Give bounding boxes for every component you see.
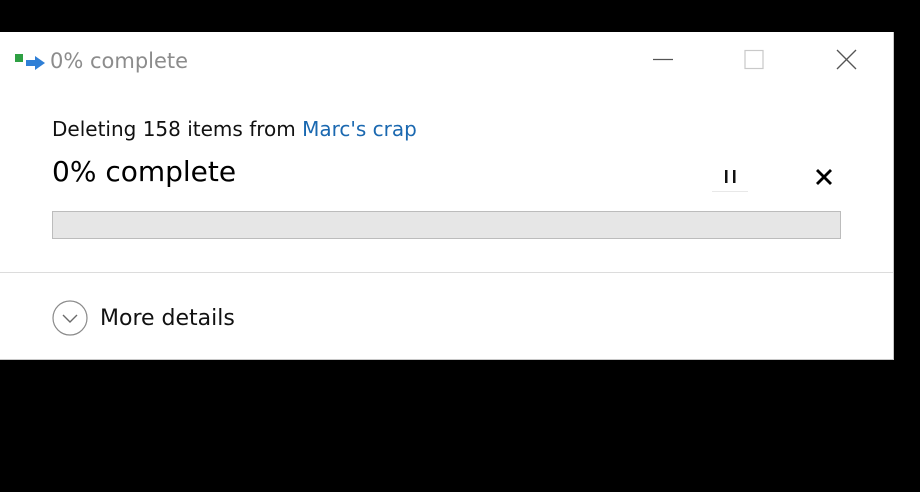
- source-folder-link[interactable]: Marc's crap: [302, 117, 417, 141]
- maximize-button[interactable]: [731, 40, 777, 80]
- file-operation-icon: [15, 54, 45, 76]
- chevron-down-circle-icon: [52, 300, 88, 336]
- operation-description: Deleting 158 items from Marc's crap: [52, 116, 417, 142]
- minimize-icon: [653, 58, 673, 61]
- more-details-toggle[interactable]: More details: [52, 299, 235, 337]
- pause-icon: [712, 170, 748, 192]
- window-title: 0% complete: [50, 49, 189, 73]
- close-icon: [836, 49, 857, 70]
- more-details-label: More details: [100, 305, 235, 331]
- progress-bar: [52, 211, 841, 239]
- divider: [0, 272, 893, 273]
- progress-percent: 0% complete: [52, 155, 237, 188]
- operation-prefix: Deleting 158 items from: [52, 117, 303, 141]
- minimize-button[interactable]: [640, 40, 686, 80]
- maximize-icon: [744, 49, 764, 70]
- pause-button[interactable]: [710, 162, 750, 194]
- close-window-button[interactable]: [824, 40, 870, 80]
- delete-progress-window: 0% complete Deleting 158 items from Marc…: [0, 32, 894, 360]
- title-bar[interactable]: 0% complete: [0, 32, 893, 88]
- cancel-icon: [816, 169, 832, 185]
- cancel-button[interactable]: [806, 163, 842, 195]
